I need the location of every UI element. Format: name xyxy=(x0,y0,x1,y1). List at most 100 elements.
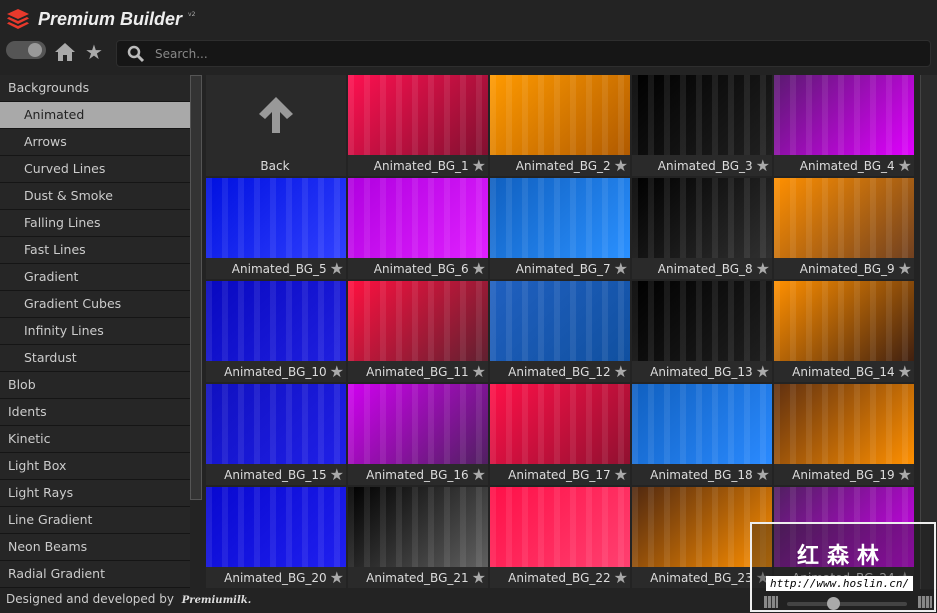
asset-label: Animated_BG_7 xyxy=(515,261,611,276)
favorite-star-icon[interactable]: ★ xyxy=(898,156,912,175)
asset-tile[interactable]: Animated_BG_17 ★ xyxy=(490,384,630,485)
slider-handle[interactable] xyxy=(827,597,840,610)
asset-label: Animated_BG_23 xyxy=(650,570,753,585)
grid-scrollbar[interactable] xyxy=(920,75,937,589)
footer-text: Designed and developed by xyxy=(6,592,174,606)
sidebar-item-radial-gradient[interactable]: Radial Gradient xyxy=(0,561,190,588)
asset-tile[interactable]: Animated_BG_22 ★ xyxy=(490,487,630,588)
asset-tile[interactable]: Animated_BG_3 ★ xyxy=(632,75,772,176)
sidebar-item-falling-lines[interactable]: Falling Lines xyxy=(0,210,190,237)
home-icon[interactable] xyxy=(54,42,76,62)
sidebar-item-neon-beams[interactable]: Neon Beams xyxy=(0,534,190,561)
favorite-star-icon[interactable]: ★ xyxy=(898,362,912,381)
title-bar: Premium Builder v2 xyxy=(0,0,937,38)
asset-tile[interactable]: Animated_BG_13 ★ xyxy=(632,281,772,382)
asset-tile[interactable]: Animated_BG_6 ★ xyxy=(348,178,488,279)
favorite-star-icon[interactable]: ★ xyxy=(472,465,486,484)
asset-thumbnail xyxy=(774,384,914,464)
asset-thumbnail xyxy=(774,281,914,361)
favorite-star-icon[interactable]: ★ xyxy=(472,568,486,587)
asset-thumbnail xyxy=(348,384,488,464)
favorite-star-icon[interactable]: ★ xyxy=(756,465,770,484)
sidebar-item-animated[interactable]: Animated xyxy=(0,102,190,129)
sidebar-item-curved-lines[interactable]: Curved Lines xyxy=(0,156,190,183)
asset-tile[interactable]: Animated_BG_21 ★ xyxy=(348,487,488,588)
toggle-switch[interactable] xyxy=(6,41,46,59)
asset-tile[interactable]: Animated_BG_18 ★ xyxy=(632,384,772,485)
toggle-knob xyxy=(28,43,42,57)
large-grid-icon[interactable] xyxy=(918,596,932,608)
search-input[interactable] xyxy=(155,46,855,61)
asset-thumbnail xyxy=(632,75,772,155)
thumbnail-size-slider[interactable] xyxy=(787,597,907,610)
back-label: Back xyxy=(260,158,290,173)
asset-tile[interactable]: Animated_BG_11 ★ xyxy=(348,281,488,382)
sidebar-item-fast-lines[interactable]: Fast Lines xyxy=(0,237,190,264)
asset-tile[interactable]: Animated_BG_9 ★ xyxy=(774,178,914,279)
asset-tile[interactable]: Animated_BG_8 ★ xyxy=(632,178,772,279)
sidebar-item-light-box[interactable]: Light Box xyxy=(0,453,190,480)
asset-tile[interactable]: Animated_BG_14 ★ xyxy=(774,281,914,382)
favorite-star-icon[interactable]: ★ xyxy=(756,362,770,381)
favorite-star-icon[interactable]: ★ xyxy=(472,156,486,175)
favorite-star-icon[interactable]: ★ xyxy=(756,259,770,278)
small-grid-icon[interactable] xyxy=(764,596,778,608)
asset-tile[interactable]: Animated_BG_2 ★ xyxy=(490,75,630,176)
app-title: Premium Builder xyxy=(38,8,183,29)
favorite-star-icon[interactable]: ★ xyxy=(898,465,912,484)
sidebar-item-stardust[interactable]: Stardust xyxy=(0,345,190,372)
asset-label: Animated_BG_21 xyxy=(366,570,469,585)
asset-thumbnail xyxy=(632,281,772,361)
favorite-star-icon[interactable]: ★ xyxy=(614,362,628,381)
watermark-text: 红森林 xyxy=(797,544,888,569)
asset-tile[interactable]: Animated_BG_1 ★ xyxy=(348,75,488,176)
asset-tile[interactable]: Animated_BG_10 ★ xyxy=(206,281,346,382)
sidebar-item-kinetic[interactable]: Kinetic xyxy=(0,426,190,453)
layers-logo-icon xyxy=(7,9,29,29)
asset-tile[interactable]: Animated_BG_19 ★ xyxy=(774,384,914,485)
asset-thumbnail xyxy=(206,178,346,258)
back-tile[interactable]: Back xyxy=(206,75,346,176)
asset-thumbnail xyxy=(348,75,488,155)
favorite-star-icon[interactable]: ★ xyxy=(614,156,628,175)
asset-thumbnail xyxy=(490,487,630,567)
favorite-star-icon[interactable]: ★ xyxy=(756,156,770,175)
asset-label: Animated_BG_8 xyxy=(657,261,753,276)
favorite-star-icon[interactable]: ★ xyxy=(898,259,912,278)
asset-label: Animated_BG_9 xyxy=(799,261,895,276)
sidebar-item-infinity-lines[interactable]: Infinity Lines xyxy=(0,318,190,345)
favorite-star-icon[interactable]: ★ xyxy=(330,362,344,381)
asset-tile[interactable]: Animated_BG_12 ★ xyxy=(490,281,630,382)
asset-tile[interactable]: Animated_BG_4 ★ xyxy=(774,75,914,176)
asset-label: Animated_BG_13 xyxy=(650,364,753,379)
category-sidebar: Backgrounds Animated Arrows Curved Lines Dus… xyxy=(0,75,190,589)
sidebar-scrollbar[interactable] xyxy=(190,75,202,500)
favorite-star-icon[interactable]: ★ xyxy=(614,568,628,587)
asset-tile[interactable]: Animated_BG_16 ★ xyxy=(348,384,488,485)
sidebar-item-arrows[interactable]: Arrows xyxy=(0,129,190,156)
asset-tile[interactable]: Animated_BG_20 ★ xyxy=(206,487,346,588)
sidebar-item-blob[interactable]: Blob xyxy=(0,372,190,399)
sidebar-item-line-gradient[interactable]: Line Gradient xyxy=(0,507,190,534)
sidebar-item-dust-smoke[interactable]: Dust & Smoke xyxy=(0,183,190,210)
asset-tile[interactable]: Animated_BG_15 ★ xyxy=(206,384,346,485)
asset-label: Animated_BG_12 xyxy=(508,364,611,379)
asset-tile[interactable]: Animated_BG_7 ★ xyxy=(490,178,630,279)
asset-label: Animated_BG_20 xyxy=(224,570,327,585)
sidebar-item-light-rays[interactable]: Light Rays xyxy=(0,480,190,507)
favorites-star-icon[interactable]: ★ xyxy=(85,40,103,64)
favorite-star-icon[interactable]: ★ xyxy=(472,259,486,278)
favorite-star-icon[interactable]: ★ xyxy=(472,362,486,381)
sidebar-item-idents[interactable]: Idents xyxy=(0,399,190,426)
asset-label: Animated_BG_19 xyxy=(792,467,895,482)
search-icon xyxy=(127,45,145,62)
favorite-star-icon[interactable]: ★ xyxy=(330,259,344,278)
favorite-star-icon[interactable]: ★ xyxy=(614,259,628,278)
sidebar-item-gradient[interactable]: Gradient xyxy=(0,264,190,291)
sidebar-item-gradient-cubes[interactable]: Gradient Cubes xyxy=(0,291,190,318)
asset-tile[interactable]: Animated_BG_5 ★ xyxy=(206,178,346,279)
favorite-star-icon[interactable]: ★ xyxy=(330,465,344,484)
sidebar-item-backgrounds[interactable]: Backgrounds xyxy=(0,75,190,102)
favorite-star-icon[interactable]: ★ xyxy=(330,568,344,587)
favorite-star-icon[interactable]: ★ xyxy=(614,465,628,484)
